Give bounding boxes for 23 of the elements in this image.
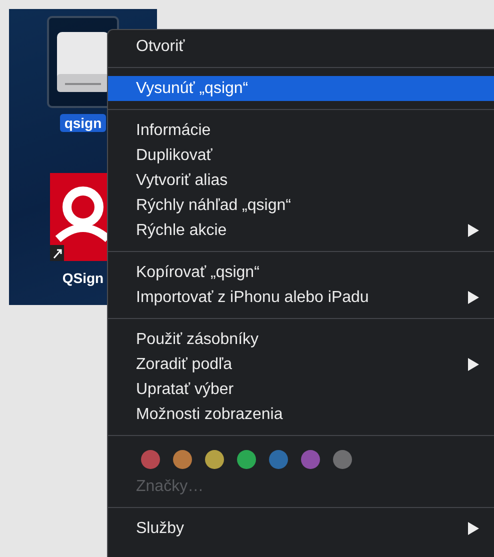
menu-item[interactable]: Rýchly náhľad „qsign“ [108,193,494,218]
menu-item[interactable]: Rýchle akcie [108,218,494,243]
menu-item[interactable]: Služby [108,516,494,541]
tag-color-dot[interactable] [269,450,288,468]
menu-item[interactable]: Informácie [108,118,494,143]
menu-item[interactable]: Vysunúť „qsign“ [108,76,494,101]
tag-color-dot[interactable] [237,450,256,468]
tag-color-dot[interactable] [333,450,352,468]
menu-item[interactable]: Kopírovať „qsign“ [108,260,494,285]
tag-color-dot[interactable] [173,450,192,468]
icon-label[interactable]: qsign [60,114,106,132]
tag-color-dot[interactable] [141,450,160,468]
menu-item[interactable]: Zoradiť podľa [108,352,494,377]
menu-item[interactable]: Upratať výber [108,377,494,402]
tag-color-dot[interactable] [301,450,320,468]
menu-item[interactable]: Importovať z iPhonu alebo iPadu [108,285,494,310]
tag-color-dot[interactable] [205,450,224,468]
menu-item[interactable]: Možnosti zobrazenia [108,402,494,427]
menu-item[interactable]: Použiť zásobníky [108,327,494,352]
menu-item[interactable]: Vytvoriť alias [108,168,494,193]
menu-item[interactable]: Duplikovať [108,143,494,168]
icon-label[interactable]: QSign [58,269,108,287]
menu-item[interactable]: Otvoriť [108,34,494,59]
